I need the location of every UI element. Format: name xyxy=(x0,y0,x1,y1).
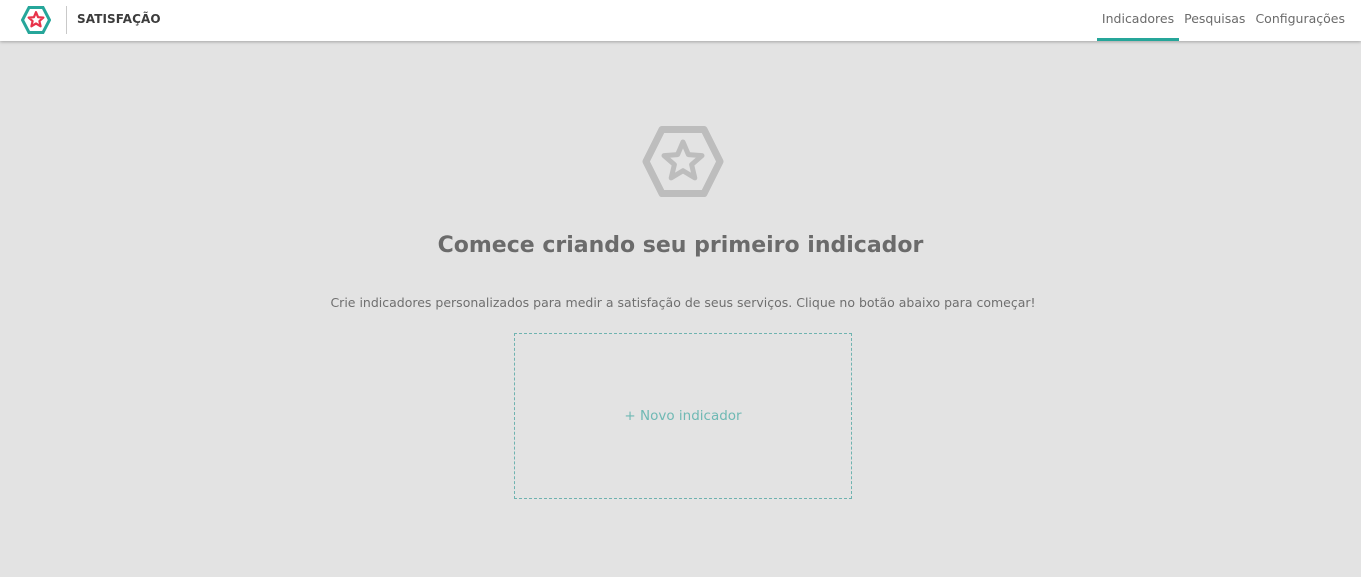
brand-name[interactable]: SATISFAÇÃO xyxy=(77,12,161,26)
empty-state-description: Crie indicadores personalizados para med… xyxy=(330,295,1036,310)
hexagon-star-icon xyxy=(642,125,724,198)
new-indicator-label: + Novo indicador xyxy=(624,408,742,424)
tab-pesquisas[interactable]: Pesquisas xyxy=(1179,0,1250,41)
top-bar: SATISFAÇÃO Indicadores Pesquisas Configu… xyxy=(0,0,1361,41)
tab-configuracoes[interactable]: Configurações xyxy=(1250,0,1350,41)
new-indicator-button[interactable]: + Novo indicador xyxy=(514,333,852,499)
main-nav: Indicadores Pesquisas Configurações xyxy=(1096,0,1350,41)
hexagon-star-logo-icon[interactable] xyxy=(21,6,51,34)
tab-indicadores[interactable]: Indicadores xyxy=(1096,0,1180,41)
empty-state-title: Comece criando seu primeiro indicador xyxy=(437,233,924,258)
brand-divider xyxy=(66,6,67,34)
